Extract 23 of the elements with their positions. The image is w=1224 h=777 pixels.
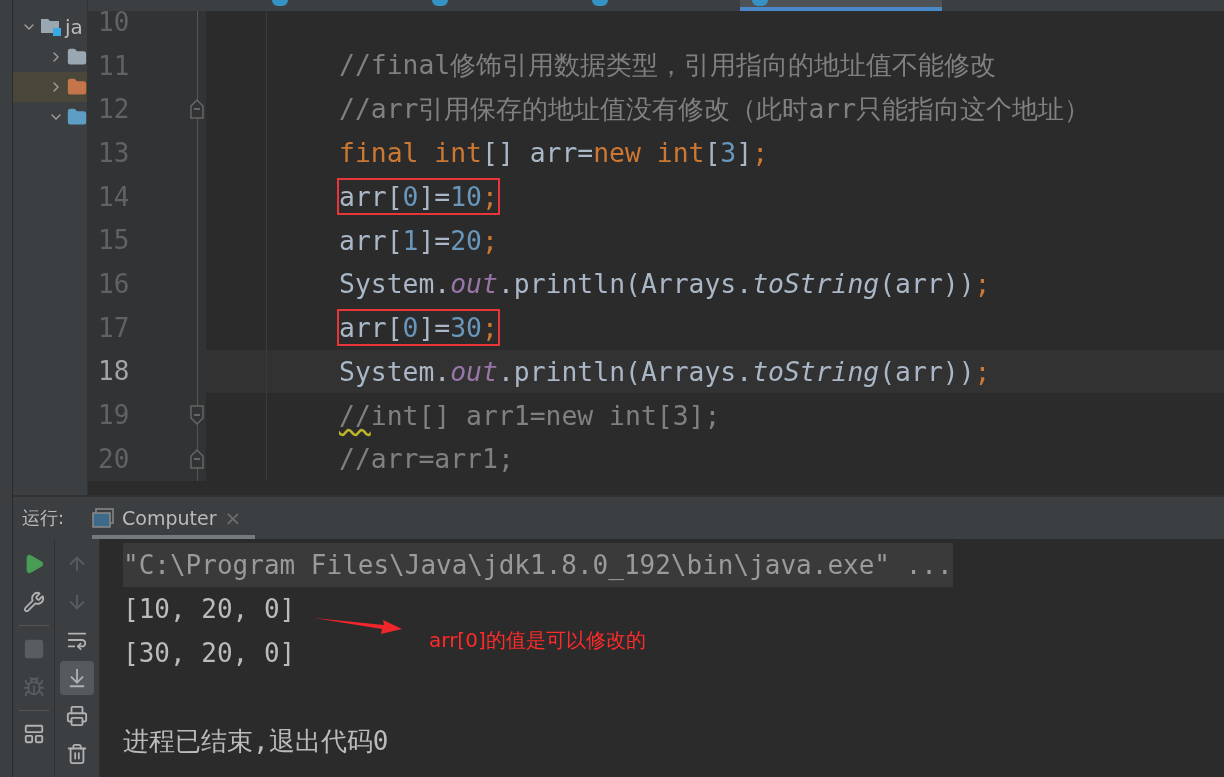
- scroll-to-end-icon[interactable]: [60, 661, 94, 695]
- code-line: //int[] arr1=new int[3];: [338, 398, 722, 433]
- run-label: 运行:: [22, 506, 65, 530]
- code-line: System.out.println(Arrays.toString(arr));: [338, 354, 992, 389]
- code-line: //arr=arr1;: [338, 442, 515, 477]
- exit-message: 进程已结束,退出代码0: [123, 725, 389, 758]
- module-folder-icon: [40, 17, 62, 37]
- code-line: //final修饰引用数据类型，引用指向的地址值不能修改: [338, 48, 998, 83]
- console-output: [10, 20, 0]: [123, 593, 296, 626]
- folder-icon: [67, 107, 87, 127]
- folder-icon: [67, 47, 87, 67]
- code-line: final int[] arr=new int[3];: [338, 136, 770, 171]
- console-icon: [92, 508, 115, 528]
- code-line: //arr引用保存的地址值没有修改（此时arr只能指向这个地址）: [338, 91, 1092, 126]
- tree-item-label[interactable]: ja: [65, 15, 83, 39]
- run-tab-title: Computer: [122, 507, 217, 529]
- editor-tab[interactable]: [740, 0, 942, 11]
- annotation-text: arr[0]的值是可以修改的: [429, 627, 646, 654]
- code-line: System.out.println(Arrays.toString(arr));: [338, 267, 992, 302]
- code-line: arr[1]=20;: [338, 223, 499, 258]
- line-number: 18: [97, 356, 131, 387]
- console-output: [30, 20, 0]: [123, 637, 296, 670]
- folder-icon: [67, 77, 87, 97]
